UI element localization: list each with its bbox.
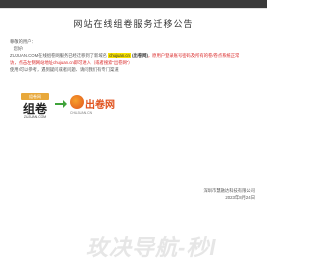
- arrow-right-icon: [55, 100, 67, 108]
- old-logo-url: ZUJUAN.COM: [23, 115, 47, 119]
- new-domain-link[interactable]: chujuan.cn: [108, 53, 131, 58]
- notice-line-2: 访，点击左侧网站地址chujuan.cn即可进入（或者搜索“出卷网”）: [10, 60, 133, 65]
- logo-migration-graphic: 组卷网 组卷 ZUJUAN.COM 出卷网 CHUJUAN.CN: [18, 90, 128, 126]
- signature: 深圳市慧融达科技有限公司 2023年8月24日: [203, 187, 255, 201]
- new-logo-name: 出卷网: [85, 100, 115, 111]
- background-brand-text: 玫决导航-秒l: [86, 235, 217, 260]
- modal-body: 尊敬的用户： 您好! ZUJUAN.COM在线组卷网服务已经迁移到了新域名 ch…: [10, 38, 258, 73]
- signature-date: 2023年8月24日: [225, 195, 255, 200]
- old-logo-tag: 组卷网: [21, 93, 49, 100]
- new-logo-url: CHUJUAN.CN: [70, 111, 93, 115]
- notice-line-1: ZUJUAN.COM在线组卷网服务已经迁移到了新域名 chujuan.cn (出…: [10, 53, 240, 58]
- signature-org: 深圳市慧融达科技有限公司: [203, 188, 255, 193]
- migration-notice-modal: 网站在线组卷服务迁移公告 尊敬的用户： 您好! ZUJUAN.COM在线组卷网服…: [0, 8, 267, 222]
- notice-line-3: 使用!可以参考，遇到疑问或者问题、请问我们有专门渠道: [10, 67, 119, 72]
- new-logo-icon: [70, 95, 84, 109]
- modal-title: 网站在线组卷服务迁移公告: [73, 19, 194, 29]
- old-logo: 组卷网 组卷 ZUJUAN.COM: [18, 90, 52, 122]
- greeting-line: 尊敬的用户：: [10, 39, 36, 44]
- new-logo: 出卷网 CHUJUAN.CN: [70, 92, 128, 122]
- hello-line: 您好!: [13, 46, 24, 51]
